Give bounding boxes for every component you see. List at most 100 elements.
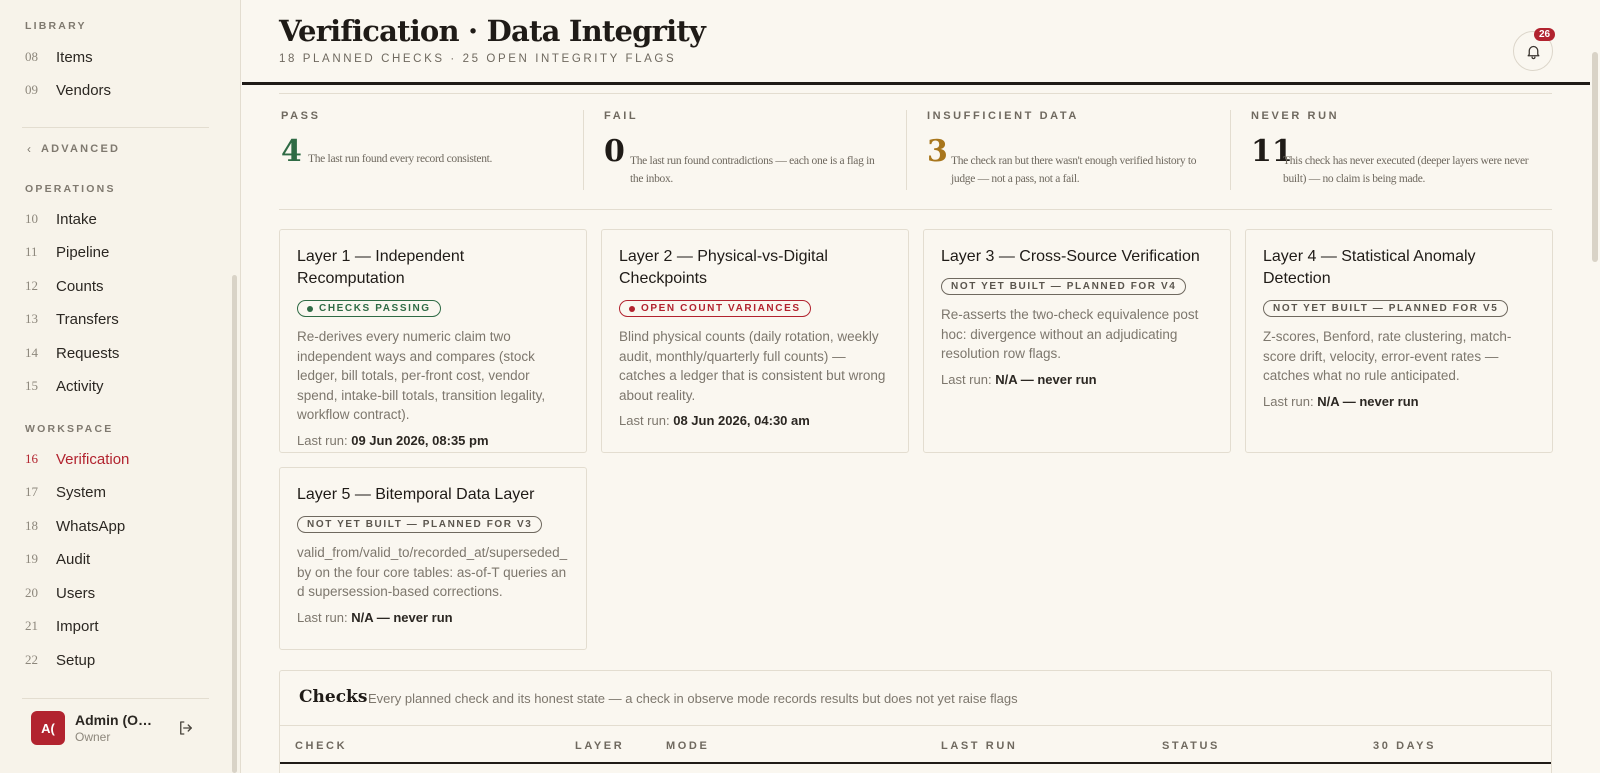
stat-fail: FAIL 0 The last run found contradictions… bbox=[583, 110, 883, 190]
layer-card-4[interactable]: Layer 4 — Statistical Anomaly Detection … bbox=[1245, 229, 1553, 453]
stat-value: 4 bbox=[281, 134, 302, 169]
stat-label: FAIL bbox=[604, 110, 639, 122]
nav-number: 20 bbox=[25, 585, 38, 600]
nav-number: 16 bbox=[25, 451, 38, 466]
logout-icon[interactable] bbox=[177, 719, 195, 737]
column-header-mode[interactable]: MODE bbox=[666, 740, 709, 752]
user-name: Admin (Owner) bbox=[75, 712, 159, 728]
sidebar-item-pipeline[interactable]: 11 Pipeline bbox=[0, 238, 220, 266]
sidebar-item-intake[interactable]: 10 Intake bbox=[0, 205, 220, 233]
status-badge-label: NOT YET BUILT — PLANNED FOR V4 bbox=[951, 281, 1177, 292]
card-last-run: Last run: 08 Jun 2026, 04:30 am bbox=[619, 413, 891, 428]
column-header-layer[interactable]: LAYER bbox=[575, 740, 624, 752]
stat-description: The check ran but there wasn't enough ve… bbox=[951, 155, 1197, 185]
page-title: Verification · Data Integrity bbox=[279, 14, 706, 48]
status-badge: CHECKS PASSING bbox=[297, 300, 441, 317]
sidebar-scrollbar[interactable] bbox=[232, 275, 237, 773]
card-last-run: Last run: 09 Jun 2026, 08:35 pm bbox=[297, 433, 569, 448]
card-title: Layer 1 — Independent Recomputation bbox=[297, 248, 465, 287]
sidebar-item-items[interactable]: 08 Items bbox=[0, 43, 220, 71]
stats-strip: PASS 4 The last run found every record c… bbox=[279, 93, 1552, 210]
last-run-label: Last run: bbox=[297, 609, 348, 625]
column-header-30-days[interactable]: 30 DAYS bbox=[1373, 740, 1436, 752]
status-badge: OPEN COUNT VARIANCES bbox=[619, 300, 811, 317]
notification-count-badge: 26 bbox=[1534, 28, 1556, 41]
stat-label: PASS bbox=[281, 110, 321, 122]
nav-label: Vendors bbox=[56, 81, 112, 99]
stat-description: The last run found contradictions — each… bbox=[630, 155, 875, 185]
nav-label: Transfers bbox=[56, 310, 119, 328]
layer-card-1[interactable]: Layer 1 — Independent Recomputation CHEC… bbox=[279, 229, 587, 453]
nav-number: 14 bbox=[25, 345, 38, 360]
nav-number: 11 bbox=[25, 244, 38, 259]
nav-label: Verification bbox=[56, 450, 130, 468]
section-label-library: LIBRARY bbox=[25, 20, 87, 32]
sidebar-item-system[interactable]: 17 System bbox=[0, 478, 220, 506]
checks-panel: Checks Every planned check and its hones… bbox=[279, 670, 1552, 773]
card-last-run: Last run: N/A — never run bbox=[941, 372, 1213, 387]
checks-divider bbox=[280, 725, 1551, 726]
nav-label: Intake bbox=[56, 210, 97, 228]
chevron-left-icon: ‹ bbox=[27, 142, 31, 156]
sidebar-item-setup[interactable]: 22 Setup bbox=[0, 646, 220, 674]
card-title: Layer 2 — Physical-vs-Digital Checkpoint… bbox=[619, 248, 828, 287]
nav-number: 18 bbox=[25, 518, 38, 533]
sidebar-item-transfers[interactable]: 13 Transfers bbox=[0, 305, 220, 333]
status-badge-label: NOT YET BUILT — PLANNED FOR V3 bbox=[307, 519, 533, 530]
sidebar-item-requests[interactable]: 14 Requests bbox=[0, 339, 220, 367]
status-badge: NOT YET BUILT — PLANNED FOR V4 bbox=[941, 278, 1187, 295]
column-header-check[interactable]: CHECK bbox=[295, 740, 347, 752]
last-run-value: 08 Jun 2026, 04:30 am bbox=[673, 413, 810, 429]
sidebar-item-verification[interactable]: 16 Verification bbox=[0, 445, 220, 473]
layer-card-5[interactable]: Layer 5 — Bitemporal Data Layer NOT YET … bbox=[279, 467, 587, 650]
main-scrollbar[interactable] bbox=[1592, 52, 1598, 262]
sidebar-item-whatsapp[interactable]: 18 WhatsApp bbox=[0, 512, 220, 540]
status-badge: NOT YET BUILT — PLANNED FOR V3 bbox=[297, 516, 543, 533]
nav-label: Setup bbox=[56, 651, 96, 669]
nav-label: Users bbox=[56, 584, 96, 602]
status-badge-label: CHECKS PASSING bbox=[319, 303, 431, 314]
nav-label: Pipeline bbox=[56, 243, 110, 261]
last-run-value: N/A — never run bbox=[1317, 393, 1419, 409]
status-badge-label: NOT YET BUILT — PLANNED FOR V5 bbox=[1273, 303, 1499, 314]
user-profile: A( Admin (Owner) Owner bbox=[31, 711, 231, 745]
sidebar-item-audit[interactable]: 19 Audit bbox=[0, 545, 220, 573]
last-run-value: 09 Jun 2026, 08:35 pm bbox=[351, 432, 489, 448]
status-badge: NOT YET BUILT — PLANNED FOR V5 bbox=[1263, 300, 1509, 317]
card-description: valid_from/valid_to/recorded_at/supersed… bbox=[297, 545, 568, 600]
sidebar-divider bbox=[22, 127, 209, 128]
card-last-run: Last run: N/A — never run bbox=[297, 610, 569, 625]
layer-card-2[interactable]: Layer 2 — Physical-vs-Digital Checkpoint… bbox=[601, 229, 909, 453]
layer-card-3[interactable]: Layer 3 — Cross-Source Verification NOT … bbox=[923, 229, 1231, 453]
sidebar-item-users[interactable]: 20 Users bbox=[0, 579, 220, 607]
table-header-rule bbox=[280, 762, 1551, 764]
nav-label: Items bbox=[56, 48, 93, 66]
card-last-run: Last run: N/A — never run bbox=[1263, 394, 1535, 409]
stat-never-run: NEVER RUN 11 This check has never execut… bbox=[1230, 110, 1530, 190]
card-title: Layer 4 — Statistical Anomaly Detection bbox=[1263, 248, 1476, 287]
last-run-value: N/A — never run bbox=[351, 609, 453, 625]
checks-subtitle: Every planned check and its honest state… bbox=[368, 691, 1018, 706]
status-badge-label: OPEN COUNT VARIANCES bbox=[641, 303, 801, 314]
nav-number: 10 bbox=[25, 211, 38, 226]
page-subtitle: 18 PLANNED CHECKS · 25 OPEN INTEGRITY FL… bbox=[279, 53, 677, 65]
last-run-value: N/A — never run bbox=[995, 371, 1097, 387]
nav-label: Counts bbox=[56, 277, 104, 295]
sidebar-item-vendors[interactable]: 09 Vendors bbox=[0, 76, 220, 104]
stat-label: NEVER RUN bbox=[1251, 110, 1340, 122]
column-header-last-run[interactable]: LAST RUN bbox=[941, 740, 1017, 752]
nav-label: Activity bbox=[56, 377, 104, 395]
advanced-toggle[interactable]: ‹ ADVANCED bbox=[27, 142, 120, 156]
nav-number: 19 bbox=[25, 551, 38, 566]
sidebar-item-import[interactable]: 21 Import bbox=[0, 612, 220, 640]
sidebar-item-counts[interactable]: 12 Counts bbox=[0, 272, 220, 300]
stat-description: The last run found every record consiste… bbox=[308, 153, 493, 165]
nav-label: WhatsApp bbox=[56, 517, 126, 535]
column-header-status[interactable]: STATUS bbox=[1162, 740, 1220, 752]
sidebar-item-activity[interactable]: 15 Activity bbox=[0, 372, 220, 400]
avatar[interactable]: A( bbox=[31, 711, 65, 745]
nav-label: System bbox=[56, 483, 107, 501]
section-label-operations: OPERATIONS bbox=[25, 183, 116, 195]
status-dot-icon bbox=[629, 305, 635, 312]
stat-value: 3 bbox=[927, 134, 948, 169]
